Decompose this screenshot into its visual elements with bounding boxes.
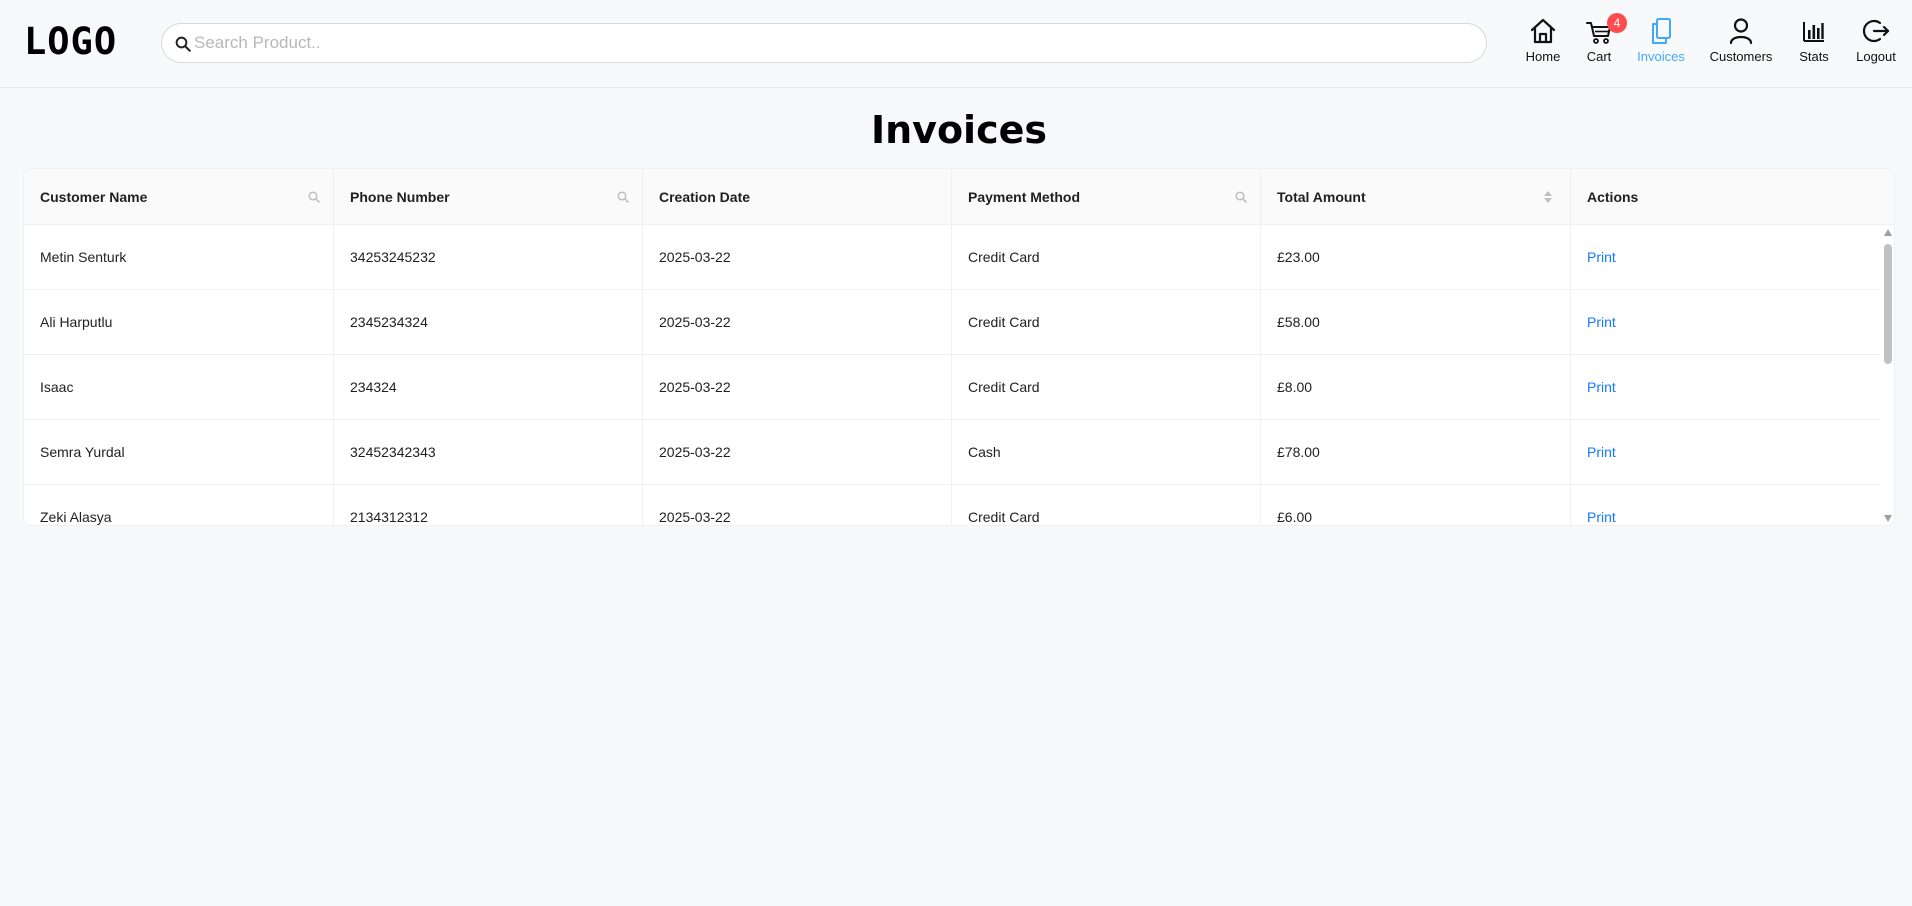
print-link[interactable]: Print — [1587, 444, 1616, 460]
cell-phone-number: 34253245232 — [334, 225, 643, 290]
print-link[interactable]: Print — [1587, 379, 1616, 395]
column-title: Customer Name — [40, 189, 148, 205]
home-icon — [1530, 18, 1556, 44]
cell-total-amount: £6.00 — [1261, 485, 1571, 525]
column-title: Creation Date — [659, 189, 751, 205]
bar-chart-icon — [1803, 22, 1824, 42]
cell-creation-date: 2025-03-22 — [643, 225, 952, 290]
column-header-total-amount[interactable]: Total Amount — [1261, 169, 1571, 225]
cell-phone-number: 2345234324 — [334, 290, 643, 355]
search-icon[interactable] — [1234, 190, 1248, 204]
table-header: Customer Name Phone Number Creation Date… — [24, 169, 1894, 225]
logo[interactable]: LOGO — [24, 20, 117, 63]
nav-customers-label: Customers — [1709, 49, 1773, 64]
table-row: Metin Senturk 34253245232 2025-03-22 Cre… — [24, 225, 1880, 290]
cell-payment-method: Credit Card — [952, 485, 1261, 525]
invoices-table: Customer Name Phone Number Creation Date… — [23, 168, 1895, 526]
column-header-actions: Actions — [1571, 169, 1894, 225]
invoice-icon — [1652, 18, 1671, 44]
print-link[interactable]: Print — [1587, 249, 1616, 265]
nav-home[interactable]: Home — [1525, 16, 1561, 68]
column-title: Phone Number — [350, 189, 450, 205]
cell-actions: Print — [1571, 290, 1880, 355]
scroll-down-arrow-icon[interactable] — [1884, 515, 1892, 522]
page-title: Invoices — [870, 108, 1047, 152]
cell-customer-name: Semra Yurdal — [24, 420, 334, 485]
print-link[interactable]: Print — [1587, 314, 1616, 330]
cell-creation-date: 2025-03-22 — [643, 355, 952, 420]
column-header-customer-name: Customer Name — [24, 169, 334, 225]
cell-creation-date: 2025-03-22 — [643, 420, 952, 485]
column-header-payment-method: Payment Method — [952, 169, 1261, 225]
cell-customer-name: Zeki Alasya — [24, 485, 334, 525]
cell-customer-name: Metin Senturk — [24, 225, 334, 290]
search-icon[interactable] — [616, 190, 630, 204]
cell-payment-method: Cash — [952, 420, 1261, 485]
nav-home-label: Home — [1525, 49, 1561, 64]
table-row: Isaac 234324 2025-03-22 Credit Card £8.0… — [24, 355, 1880, 420]
print-link[interactable]: Print — [1587, 509, 1616, 525]
column-title: Total Amount — [1277, 189, 1366, 205]
nav-cart-label: Cart — [1586, 49, 1612, 64]
cell-customer-name: Ali Harputlu — [24, 290, 334, 355]
column-header-phone-number: Phone Number — [334, 169, 643, 225]
nav-stats-label: Stats — [1799, 49, 1829, 64]
user-icon — [1729, 18, 1753, 45]
search-input[interactable] — [194, 30, 1464, 56]
cell-actions: Print — [1571, 355, 1880, 420]
cell-creation-date: 2025-03-22 — [643, 290, 952, 355]
cell-payment-method: Credit Card — [952, 290, 1261, 355]
cell-total-amount: £23.00 — [1261, 225, 1571, 290]
cell-phone-number: 234324 — [334, 355, 643, 420]
cell-actions: Print — [1571, 225, 1880, 290]
cell-actions: Print — [1571, 485, 1880, 525]
cell-total-amount: £78.00 — [1261, 420, 1571, 485]
table-row: Semra Yurdal 32452342343 2025-03-22 Cash… — [24, 420, 1880, 485]
nav-customers[interactable]: Customers — [1710, 16, 1772, 68]
sort-icon[interactable] — [1543, 189, 1553, 205]
top-header: LOGO Home 4 Cart Invoices — [0, 0, 1912, 88]
cell-customer-name: Isaac — [24, 355, 334, 420]
table-scrollbar[interactable] — [1881, 225, 1894, 525]
column-header-creation-date: Creation Date — [643, 169, 952, 225]
nav-logout[interactable]: Logout — [1855, 16, 1897, 68]
cell-payment-method: Credit Card — [952, 355, 1261, 420]
search-bar[interactable] — [161, 23, 1487, 63]
nav-invoices[interactable]: Invoices — [1637, 16, 1685, 68]
column-title: Payment Method — [968, 189, 1081, 205]
search-icon — [175, 36, 191, 52]
cell-payment-method: Credit Card — [952, 225, 1261, 290]
column-title: Actions — [1587, 189, 1639, 205]
cell-actions: Print — [1571, 420, 1880, 485]
cell-total-amount: £8.00 — [1261, 355, 1571, 420]
table-row: Zeki Alasya 2134312312 2025-03-22 Credit… — [24, 485, 1880, 525]
cart-count-badge: 4 — [1607, 13, 1627, 33]
nav-invoices-label: Invoices — [1637, 49, 1685, 64]
nav-cart[interactable]: 4 Cart — [1585, 13, 1627, 68]
cell-total-amount: £58.00 — [1261, 290, 1571, 355]
nav-stats[interactable]: Stats — [1798, 16, 1830, 68]
cell-creation-date: 2025-03-22 — [643, 485, 952, 525]
cell-phone-number: 2134312312 — [334, 485, 643, 525]
table-body: Metin Senturk 34253245232 2025-03-22 Cre… — [24, 225, 1880, 525]
scrollbar-thumb[interactable] — [1884, 244, 1892, 364]
search-icon[interactable] — [307, 190, 321, 204]
scroll-up-arrow-icon[interactable] — [1884, 229, 1892, 236]
logout-icon — [1862, 19, 1890, 43]
nav-logout-label: Logout — [1856, 49, 1896, 64]
cell-phone-number: 32452342343 — [334, 420, 643, 485]
table-row: Ali Harputlu 2345234324 2025-03-22 Credi… — [24, 290, 1880, 355]
